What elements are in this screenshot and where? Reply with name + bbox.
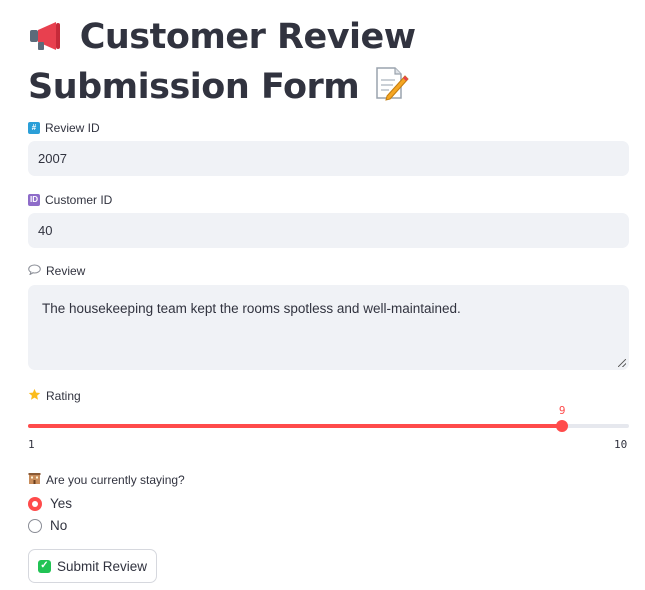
rating-slider-thumb[interactable] <box>556 420 569 432</box>
page-title-text: Customer Review Submission Form <box>28 17 416 107</box>
radio-yes-label: Yes <box>50 496 73 511</box>
submit-review-button[interactable]: ✓ Submit Review <box>28 549 157 583</box>
radio-option-no[interactable]: No <box>28 518 67 533</box>
star-icon <box>28 388 41 404</box>
rating-slider-value: 9 <box>558 404 566 417</box>
review-id-label-text: Review ID <box>45 121 100 135</box>
customer-id-input[interactable]: 40 <box>28 213 629 248</box>
rating-label-text: Rating <box>46 389 81 403</box>
rating-slider-fill <box>28 424 563 428</box>
rating-max-label: 10 <box>614 438 628 451</box>
staying-label: Are you currently staying? <box>28 472 185 488</box>
review-label-text: Review <box>46 264 86 278</box>
review-value: The housekeeping team kept the rooms spo… <box>42 301 461 316</box>
customer-id-label: ID Customer ID <box>28 193 112 207</box>
review-id-input[interactable]: 2007 <box>28 141 629 176</box>
radio-option-yes[interactable]: Yes <box>28 496 72 511</box>
megaphone-icon <box>28 18 68 64</box>
page-title: Customer Review Submission Form <box>28 14 628 114</box>
radio-no-label: No <box>50 518 68 533</box>
rating-min-label: 1 <box>28 438 35 451</box>
submit-review-label: Submit Review <box>56 558 148 574</box>
id-icon: ID <box>28 194 40 206</box>
rating-label: Rating <box>28 388 81 404</box>
review-label: Review <box>28 264 85 278</box>
review-id-value: 2007 <box>38 151 67 166</box>
customer-id-label-text: Customer ID <box>45 193 113 207</box>
review-form-page: Customer Review Submission Form # Review… <box>0 0 645 590</box>
radio-no-circle[interactable] <box>28 518 42 533</box>
memo-icon <box>371 64 409 114</box>
speech-bubble-icon <box>28 264 41 278</box>
checkmark-icon: ✓ <box>37 559 51 573</box>
resize-handle-icon[interactable] <box>618 359 626 367</box>
hotel-icon <box>28 472 41 488</box>
review-id-label: # Review ID <box>28 121 100 135</box>
numbers-icon: # <box>28 122 40 134</box>
review-textarea[interactable]: The housekeeping team kept the rooms spo… <box>28 285 629 370</box>
radio-yes-circle[interactable] <box>28 496 42 511</box>
staying-label-text: Are you currently staying? <box>46 473 185 487</box>
customer-id-value: 40 <box>38 223 53 238</box>
rating-slider[interactable]: 9 <box>28 404 629 432</box>
